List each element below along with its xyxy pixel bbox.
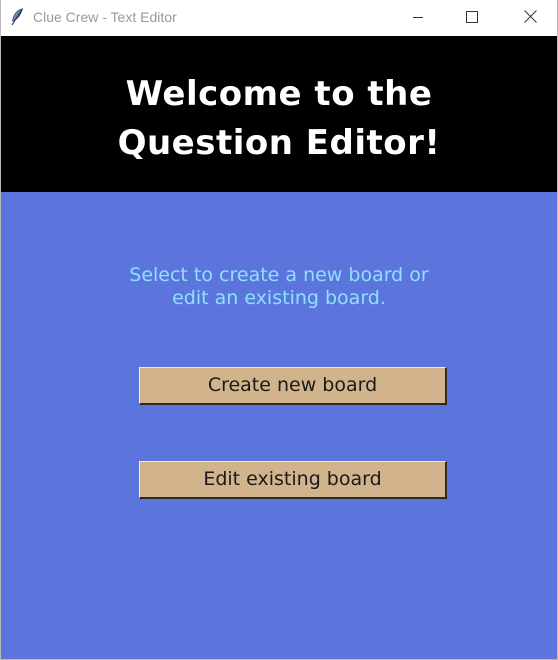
page-title: Welcome to the Question Editor!: [1, 70, 557, 168]
instructions-text: Select to create a new board or edit an …: [1, 264, 557, 310]
app-window: Clue Crew - Text Editor Welcome to the Q…: [0, 0, 558, 660]
page-title-line-2: Question Editor!: [117, 123, 441, 163]
edit-existing-board-button[interactable]: Edit existing board: [139, 461, 447, 499]
main-panel: Select to create a new board or edit an …: [1, 192, 557, 659]
minimize-button[interactable]: [395, 0, 441, 33]
maximize-button[interactable]: [449, 0, 495, 33]
close-icon: [523, 10, 537, 23]
feather-icon: [10, 8, 24, 26]
welcome-header: Welcome to the Question Editor!: [1, 36, 557, 192]
title-bar[interactable]: Clue Crew - Text Editor: [1, 0, 557, 35]
instructions-line-1: Select to create a new board or: [129, 264, 429, 286]
maximize-icon: [466, 10, 478, 23]
page-title-line-1: Welcome to the: [125, 74, 433, 114]
close-button[interactable]: [507, 0, 553, 33]
instructions-line-2: edit an existing board.: [172, 287, 386, 309]
window-title: Clue Crew - Text Editor: [33, 9, 177, 25]
create-new-board-button[interactable]: Create new board: [139, 367, 447, 405]
minimize-icon: [412, 11, 424, 23]
